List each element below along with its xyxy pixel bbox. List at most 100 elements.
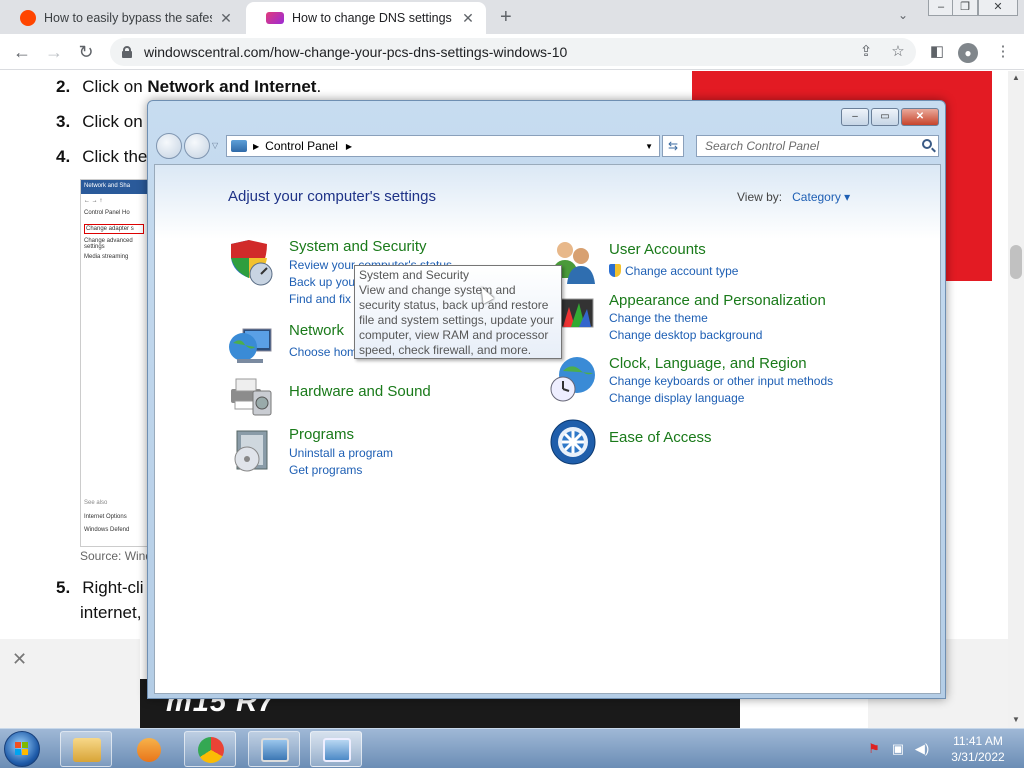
- taskbar-chrome-button[interactable]: [184, 731, 236, 767]
- link-uninstall-program[interactable]: Uninstall a program: [289, 446, 393, 460]
- cp-maximize-button[interactable]: ▭: [871, 108, 899, 126]
- uac-shield-icon: [609, 264, 621, 277]
- step-text: Click the: [82, 147, 148, 166]
- share-icon[interactable]: ⇪: [855, 42, 877, 64]
- cp-heading: Adjust your computer's settings: [228, 188, 436, 205]
- address-dropdown-icon[interactable]: ▼: [645, 142, 653, 151]
- monitor-icon: [261, 738, 289, 762]
- programs-icon[interactable]: [227, 427, 275, 475]
- cp-recent-pages-icon[interactable]: ▽: [212, 141, 218, 150]
- cp-minimize-button[interactable]: –: [841, 108, 869, 126]
- lock-icon[interactable]: [122, 46, 132, 58]
- back-arrow-icon[interactable]: ←: [10, 40, 34, 64]
- clock-time[interactable]: 11:41 AM: [936, 733, 1020, 749]
- thumb-nav: ← → ↑: [84, 198, 103, 204]
- taskbar-media-player-button[interactable]: [122, 731, 174, 767]
- address-bar[interactable]: windowscentral.com/how-change-your-pcs-d…: [110, 38, 916, 66]
- profile-avatar-icon[interactable]: ●: [958, 43, 978, 63]
- network-icon[interactable]: ▣: [890, 741, 906, 757]
- ease-of-access-icon[interactable]: [549, 418, 597, 466]
- browser-toolbar: ← → ↻ windowscentral.com/how-change-your…: [0, 34, 1024, 70]
- reddit-icon: [20, 10, 36, 26]
- browser-tab-windowscentral[interactable]: How to change DNS settings on ✕: [246, 2, 486, 34]
- thumb-footer-label: See also: [84, 500, 108, 506]
- thumb-link: Media streaming: [84, 254, 129, 260]
- link-choose-homegroup[interactable]: Choose hom: [289, 345, 357, 359]
- breadcrumb-arrow-icon[interactable]: ▶: [346, 142, 352, 151]
- link-change-keyboards[interactable]: Change keyboards or other input methods: [609, 374, 833, 388]
- category-network[interactable]: Network: [289, 322, 344, 339]
- link-change-account-type[interactable]: Change account type: [609, 264, 738, 278]
- clock-globe-icon[interactable]: [549, 355, 597, 403]
- close-browser-button[interactable]: ✕: [978, 0, 1018, 16]
- view-by-value[interactable]: Category: [792, 190, 841, 204]
- step-number: 4.: [56, 147, 71, 166]
- thumb-titlebar: Network and Sha: [81, 180, 147, 194]
- link-change-display-language[interactable]: Change display language: [609, 391, 744, 405]
- new-tab-button[interactable]: +: [500, 6, 512, 29]
- taskbar-control-panel-button[interactable]: [310, 731, 362, 767]
- cp-forward-icon[interactable]: [184, 133, 210, 159]
- tooltip-body: View and change system and security stat…: [359, 283, 554, 357]
- breadcrumb-arrow-icon[interactable]: ▶: [253, 142, 259, 151]
- tab-search-chevron-icon[interactable]: ⌄: [898, 8, 908, 22]
- search-icon[interactable]: [922, 139, 932, 149]
- close-tab-icon[interactable]: ✕: [460, 10, 476, 27]
- category-ease-of-access[interactable]: Ease of Access: [609, 429, 712, 446]
- menu-kebab-icon[interactable]: ⋮: [992, 42, 1014, 64]
- view-by: View by: Category ▾: [737, 190, 850, 204]
- cp-address-bar[interactable]: ▶ Control Panel ▶ ▼: [226, 135, 660, 157]
- start-button[interactable]: [4, 731, 40, 767]
- view-by-dropdown[interactable]: Category ▾: [792, 190, 850, 204]
- cp-close-button[interactable]: ✕: [901, 108, 939, 126]
- control-panel-icon: [231, 140, 247, 152]
- browser-tab-reddit[interactable]: How to easily bypass the safesearch ✕: [0, 2, 244, 34]
- minimize-browser-button[interactable]: –: [928, 0, 954, 16]
- clock[interactable]: 11:41 AM 3/31/2022: [936, 733, 1020, 765]
- cp-breadcrumb[interactable]: Control Panel: [265, 139, 338, 153]
- action-center-flag-icon[interactable]: ⚑: [866, 741, 882, 757]
- step-number: 5.: [56, 578, 71, 597]
- url-text[interactable]: windowscentral.com/how-change-your-pcs-d…: [144, 44, 567, 60]
- category-programs[interactable]: Programs: [289, 426, 354, 443]
- link-change-desktop-background[interactable]: Change desktop background: [609, 328, 762, 342]
- side-panel-icon[interactable]: ◧: [926, 42, 948, 64]
- hardware-printer-icon[interactable]: [227, 371, 275, 419]
- close-tab-icon[interactable]: ✕: [218, 10, 234, 27]
- category-user-accounts[interactable]: User Accounts: [609, 241, 706, 258]
- scrollbar-thumb[interactable]: [1010, 245, 1022, 279]
- system-tray: ⚑ ▣ ◀) 11:41 AM 3/31/2022: [866, 729, 1024, 768]
- thumb-link-highlighted: Change adapter s: [84, 224, 144, 234]
- taskbar-explorer-button[interactable]: [60, 731, 112, 767]
- scroll-up-icon[interactable]: ▲: [1012, 73, 1020, 82]
- taskbar-remote-desktop-button[interactable]: [248, 731, 300, 767]
- link-label[interactable]: Change account type: [625, 264, 738, 278]
- link-change-theme[interactable]: Change the theme: [609, 311, 708, 325]
- network-globe-icon[interactable]: [227, 321, 275, 369]
- link-get-programs[interactable]: Get programs: [289, 463, 362, 477]
- page-scrollbar[interactable]: ▲ ▼: [1008, 71, 1024, 728]
- category-hardware-and-sound[interactable]: Hardware and Sound: [289, 383, 431, 400]
- category-clock-language-region[interactable]: Clock, Language, and Region: [609, 355, 807, 372]
- category-appearance-and-personalization[interactable]: Appearance and Personalization: [609, 292, 826, 309]
- clock-date[interactable]: 3/31/2022: [936, 749, 1020, 765]
- cp-navigation-bar: ▽ ▶ Control Panel ▶ ▼ ⇆ Search Control P…: [154, 131, 941, 161]
- cp-search-input[interactable]: Search Control Panel: [696, 135, 939, 157]
- system-security-icon[interactable]: [227, 238, 275, 286]
- bookmark-star-icon[interactable]: ☆: [887, 42, 909, 64]
- link-find-and-fix[interactable]: Find and fix: [289, 292, 351, 306]
- browser-tab-strip: How to easily bypass the safesearch ✕ Ho…: [0, 0, 1024, 34]
- link-back-up[interactable]: Back up your: [289, 275, 359, 289]
- thumb-link: Change advanced settings: [84, 238, 133, 250]
- restore-browser-button[interactable]: ❐: [952, 0, 978, 16]
- cp-back-icon[interactable]: [156, 133, 182, 159]
- category-system-and-security[interactable]: System and Security: [289, 238, 427, 255]
- close-ad-icon[interactable]: ✕: [12, 649, 27, 670]
- scroll-down-icon[interactable]: ▼: [1012, 715, 1020, 724]
- volume-icon[interactable]: ◀): [914, 741, 930, 757]
- tab-title: How to easily bypass the safesearch: [44, 11, 212, 25]
- reload-icon[interactable]: ↻: [74, 40, 98, 64]
- article-screenshot-image: Network and Sha ← → ↑ Control Panel Ho C…: [80, 179, 148, 547]
- cp-refresh-icon[interactable]: ⇆: [662, 135, 684, 157]
- forward-arrow-icon[interactable]: →: [42, 40, 66, 64]
